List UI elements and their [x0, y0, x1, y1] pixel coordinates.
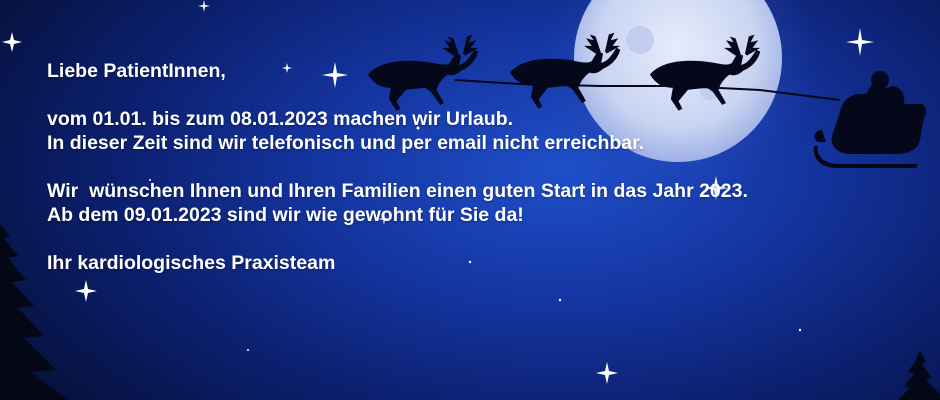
unreachable-text: In dieser Zeit sind wir telefonisch und …	[47, 132, 645, 154]
star-icon	[596, 362, 618, 384]
star-icon	[2, 32, 22, 52]
return-text: Ab dem 09.01.2023 sind wir wie gewohnt f…	[47, 204, 524, 226]
greeting-text: Liebe PatientInnen,	[47, 60, 226, 82]
star-icon	[75, 280, 97, 302]
vacation-text: vom 01.01. bis zum 08.01.2023 machen wir…	[47, 108, 514, 130]
holiday-banner: Liebe PatientInnen, vom 01.01. bis zum 0…	[0, 0, 940, 400]
fir-tree-icon	[898, 350, 940, 400]
wishes-text: Wir wünschen Ihnen und Ihren Familien ei…	[47, 180, 748, 202]
star-icon	[247, 349, 249, 351]
star-icon	[798, 328, 802, 332]
star-icon	[198, 0, 210, 12]
star-icon	[846, 28, 874, 56]
holiday-message: Liebe PatientInnen, vom 01.01. bis zum 0…	[47, 59, 940, 275]
signature-text: Ihr kardiologisches Praxisteam	[47, 252, 336, 274]
moon-crater	[626, 26, 654, 54]
star-icon	[558, 298, 562, 302]
